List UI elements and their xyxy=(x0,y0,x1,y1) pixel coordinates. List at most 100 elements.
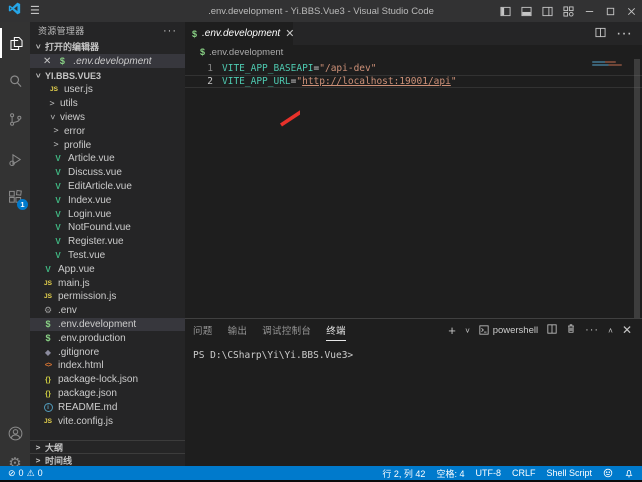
file-name: Index.vue xyxy=(68,195,111,206)
tree-item-permission.js[interactable]: JSpermission.js xyxy=(30,290,185,304)
cursor-position[interactable]: 行 2, 列 42 xyxy=(382,467,425,480)
tree-item-Test.vue[interactable]: V Test.vue xyxy=(30,249,185,263)
feedback-icon[interactable] xyxy=(603,468,613,478)
tab-env-development[interactable]: $ .env.development ✕ xyxy=(185,22,293,45)
tab-bar: $ .env.development ✕ ··· xyxy=(185,22,642,45)
tree-item-NotFound.vue[interactable]: VNotFound.vue xyxy=(30,221,185,235)
file-name: vite.config.js xyxy=(58,416,113,427)
notifications-bell-icon[interactable] xyxy=(624,468,634,478)
sidebar-more-icon[interactable]: ··· xyxy=(163,25,177,37)
split-terminal-icon[interactable] xyxy=(547,321,557,339)
json-file-icon: {} xyxy=(42,389,54,398)
tree-item-error[interactable]: >error xyxy=(30,124,185,138)
maximize-button[interactable] xyxy=(600,0,621,22)
errors-icon: ⊘ xyxy=(8,468,16,479)
tree-item-.env.development[interactable]: $.env.development xyxy=(30,318,185,332)
outline-section[interactable]: > 大纲 xyxy=(30,440,185,453)
breadcrumb[interactable]: $ .env.development xyxy=(185,45,642,59)
minimap[interactable] xyxy=(592,61,628,67)
tree-item-App.vue[interactable]: VApp.vue xyxy=(30,262,185,276)
tree-item-package-lock.json[interactable]: {}package-lock.json xyxy=(30,373,185,387)
tree-item-Discuss.vue[interactable]: VDiscuss.vue xyxy=(30,166,185,180)
file-name: README.md xyxy=(58,402,117,413)
code-line-2: 2 VITE_APP_URL="http://localhost:19001/a… xyxy=(185,75,642,88)
kill-terminal-icon[interactable] xyxy=(566,321,576,339)
tree-item-package.json[interactable]: {} package.json xyxy=(30,387,185,401)
explorer-icon[interactable] xyxy=(0,28,30,58)
toggle-sidebar-icon[interactable] xyxy=(495,0,516,22)
diamond-file-icon: ◆ xyxy=(42,348,54,357)
shell-file-icon: $ xyxy=(42,319,54,329)
language-mode[interactable]: Shell Script xyxy=(546,468,592,478)
panel-tab-输出[interactable]: 输出 xyxy=(228,319,248,341)
file-name: Login.vue xyxy=(68,209,111,220)
new-terminal-icon[interactable]: + xyxy=(448,324,456,337)
run-debug-icon[interactable] xyxy=(0,144,30,174)
open-editor-item[interactable]: ✕ $ .env.development xyxy=(30,54,185,68)
editor-more-icon[interactable]: ··· xyxy=(616,25,632,43)
menu-icon[interactable]: ☰ xyxy=(30,6,40,17)
source-control-icon[interactable] xyxy=(0,104,30,134)
js-file-icon: JS xyxy=(42,418,54,425)
problems-status[interactable]: ⊘ 0 ⚠ 0 xyxy=(8,468,43,479)
panel: 问题输出调试控制台终端 + > powershell xyxy=(185,318,642,466)
tree-item-.env[interactable]: ⚙.env xyxy=(30,304,185,318)
open-editors-section[interactable]: > 打开的编辑器 xyxy=(30,39,185,54)
minimize-button[interactable] xyxy=(579,0,600,22)
file-name: Test.vue xyxy=(68,250,105,261)
shell-name: powershell xyxy=(493,325,538,336)
panel-more-icon[interactable]: ··· xyxy=(585,324,599,336)
tree-item-views[interactable]: >views xyxy=(30,111,185,125)
customize-layout-icon[interactable] xyxy=(558,0,579,22)
file-name: package.json xyxy=(58,388,117,399)
panel-tab-终端[interactable]: 终端 xyxy=(326,319,346,341)
file-name: Article.vue xyxy=(68,153,115,164)
close-icon[interactable]: ✕ xyxy=(43,56,51,67)
tree-item-vite.config.js[interactable]: JS vite.config.js xyxy=(30,414,185,428)
editor-scrollbar[interactable] xyxy=(634,59,640,318)
file-name: main.js xyxy=(58,278,90,289)
timeline-section[interactable]: > 时间线 xyxy=(30,453,185,466)
toggle-panel-icon[interactable] xyxy=(516,0,537,22)
vue-file-icon: V xyxy=(52,182,64,191)
tree-item-Index.vue[interactable]: VIndex.vue xyxy=(30,193,185,207)
panel-tab-调试控制台[interactable]: 调试控制台 xyxy=(262,319,311,341)
account-icon[interactable] xyxy=(0,418,30,448)
project-section[interactable]: > YI.BBS.VUE3 xyxy=(30,68,185,83)
panel-tab-问题[interactable]: 问题 xyxy=(193,319,213,341)
js-file-icon: JS xyxy=(42,280,54,287)
tree-item-README.md[interactable]: iREADME.md xyxy=(30,400,185,414)
close-button[interactable] xyxy=(621,0,642,22)
tree-item-Register.vue[interactable]: VRegister.vue xyxy=(30,235,185,249)
split-editor-icon[interactable] xyxy=(595,25,606,43)
maximize-panel-icon[interactable]: > xyxy=(606,328,615,333)
encoding[interactable]: UTF-8 xyxy=(475,468,501,478)
terminal-instance[interactable]: powershell xyxy=(479,325,538,336)
search-icon[interactable] xyxy=(0,66,30,96)
close-panel-icon[interactable]: ✕ xyxy=(622,323,632,337)
tree-item-profile[interactable]: >profile xyxy=(30,138,185,152)
vue-file-icon: V xyxy=(52,251,64,260)
file-name: EditArticle.vue xyxy=(68,181,132,192)
tree-item-user.js[interactable]: JSuser.js xyxy=(30,83,185,97)
tree-item-utils[interactable]: >utils xyxy=(30,97,185,111)
terminal[interactable]: PS D:\CSharp\Yi\Yi.BBS.Vue3> xyxy=(185,341,642,466)
tree-item-main.js[interactable]: JS main.js xyxy=(30,276,185,290)
extensions-icon[interactable]: 1 xyxy=(0,182,30,212)
eol-sequence[interactable]: CRLF xyxy=(512,468,536,478)
toggle-secondary-sidebar-icon[interactable] xyxy=(537,0,558,22)
tree-item-.env.production[interactable]: $.env.production xyxy=(30,331,185,345)
file-name: error xyxy=(64,126,85,137)
tree-item-EditArticle.vue[interactable]: V EditArticle.vue xyxy=(30,180,185,194)
tree-item-.gitignore[interactable]: ◆.gitignore xyxy=(30,345,185,359)
code-editor[interactable]: 1 VITE_APP_BASEAPI="/api-dev" 2 VITE_APP… xyxy=(185,59,642,318)
file-tree: JSuser.js>utils>views>error>profileVArti… xyxy=(30,83,185,428)
activity-bar: 1 ⚙ xyxy=(0,22,30,466)
indentation[interactable]: 空格: 4 xyxy=(436,467,464,480)
tree-item-Article.vue[interactable]: VArticle.vue xyxy=(30,152,185,166)
tree-item-Login.vue[interactable]: VLogin.vue xyxy=(30,207,185,221)
tree-item-index.html[interactable]: <>index.html xyxy=(30,359,185,373)
terminal-dropdown-icon[interactable]: > xyxy=(463,328,472,333)
url-link[interactable]: http://localhost:19001/api xyxy=(302,76,451,87)
tab-close-icon[interactable]: ✕ xyxy=(285,27,294,40)
